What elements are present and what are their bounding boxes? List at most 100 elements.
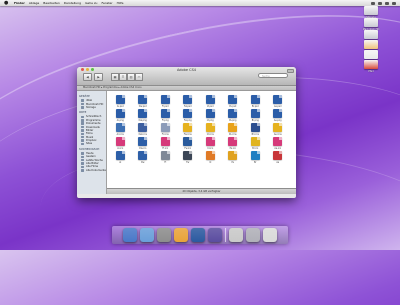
dock-app-icon[interactable]	[229, 228, 243, 242]
file-item[interactable]: Dw.psd	[132, 95, 155, 109]
file-item[interactable]: Ai.png	[109, 109, 132, 123]
folder-icon	[81, 115, 84, 119]
file-item[interactable]: Id	[199, 151, 222, 165]
document-icon	[250, 95, 260, 104]
dock-app-icon[interactable]	[263, 228, 277, 242]
file-item[interactable]: Fl.psd	[154, 95, 177, 109]
menu-item[interactable]: Gehe zu	[85, 1, 97, 6]
file-item[interactable]: Ai.ico	[109, 137, 132, 151]
file-item[interactable]: Ai	[109, 151, 132, 165]
file-item[interactable]: Id.icns	[199, 123, 222, 137]
file-name: Dw.png	[138, 119, 147, 122]
wifi-icon[interactable]	[371, 1, 375, 5]
menu-item[interactable]: Fenster	[101, 1, 112, 6]
file-name: Ae.icns	[273, 133, 282, 136]
file-item[interactable]: Ai.psd	[109, 95, 132, 109]
file-item[interactable]: Fw.png	[177, 109, 200, 123]
document-icon	[205, 137, 215, 146]
file-item[interactable]: Dw.png	[132, 109, 155, 123]
file-item[interactable]: Ae.png	[267, 109, 290, 123]
file-name: Id.icns	[206, 133, 214, 136]
spotlight-icon[interactable]	[392, 1, 396, 5]
desktop-icon[interactable]: Pfad	[356, 60, 386, 73]
file-item[interactable]: Ai.icns	[109, 123, 132, 137]
file-item[interactable]: Fl.icns	[154, 123, 177, 137]
dock-app-icon[interactable]	[246, 228, 260, 242]
file-item[interactable]: Ae.psd	[267, 95, 290, 109]
file-item[interactable]: Br.ico	[244, 137, 267, 151]
menu-item[interactable]: Ablage	[29, 1, 39, 6]
dock-app-icon[interactable]	[208, 228, 222, 242]
volume-icon[interactable]	[378, 1, 382, 5]
menu-item[interactable]: Darstellung	[64, 1, 81, 6]
folder-icon	[81, 106, 84, 109]
file-item[interactable]: Fw.icns	[177, 123, 200, 137]
file-name: Ps.png	[229, 119, 237, 122]
file-item[interactable]: Ps.ico	[222, 137, 245, 151]
drive-icon	[364, 18, 378, 27]
file-item[interactable]: Br.png	[244, 109, 267, 123]
dock-app-icon[interactable]	[191, 228, 205, 242]
apple-menu-icon[interactable]: ●	[4, 0, 10, 6]
file-item[interactable]: Ps.png	[222, 109, 245, 123]
desktop-icon-label: Pfad	[368, 70, 374, 73]
drive-icon	[364, 60, 378, 69]
file-item[interactable]: Br.psd	[244, 95, 267, 109]
toolbar-toggle-button[interactable]	[287, 69, 294, 73]
sidebar-item[interactable]: Sites	[81, 142, 106, 145]
file-item[interactable]: Fw	[177, 151, 200, 165]
back-button[interactable]: ◀	[83, 73, 92, 81]
file-item[interactable]: Ps.icns	[222, 123, 245, 137]
file-item[interactable]: Id.ico	[199, 137, 222, 151]
folder-icon	[81, 122, 84, 125]
file-area[interactable]: Ai.psd Dw.psd Fl.psd Fw.psd Id.psd Ps.psd Br.p…	[107, 91, 296, 194]
file-item[interactable]: Fw.ico	[177, 137, 200, 151]
file-item[interactable]: Id.png	[199, 109, 222, 123]
list-view-button[interactable]: ☰	[119, 73, 127, 81]
file-name: Dw.icns	[138, 133, 147, 136]
file-item[interactable]: Dw	[132, 151, 155, 165]
document-icon	[183, 123, 193, 132]
clock-icon[interactable]	[385, 1, 389, 5]
file-item[interactable]: Ae.ico	[267, 137, 290, 151]
document-icon	[250, 123, 260, 132]
icon-view-button[interactable]: ▦	[111, 73, 119, 81]
file-item[interactable]: Ps.psd	[222, 95, 245, 109]
file-name: Ai.psd	[116, 105, 124, 108]
file-item[interactable]: Br.icns	[244, 123, 267, 137]
sidebar-item[interactable]: Storage	[81, 106, 106, 109]
file-item[interactable]: Fl.png	[154, 109, 177, 123]
file-item[interactable]: Dw.icns	[132, 123, 155, 137]
file-item[interactable]: Fw.psd	[177, 95, 200, 109]
file-item[interactable]: Ps	[222, 151, 245, 165]
dock-app-icon[interactable]	[174, 228, 188, 242]
file-item[interactable]: Id.psd	[199, 95, 222, 109]
file-item[interactable]: Ae.icns	[267, 123, 290, 137]
dock-app-icon[interactable]	[157, 228, 171, 242]
sidebar-item[interactable]: Alle Dokumente	[81, 169, 106, 172]
folder-icon	[81, 142, 84, 146]
column-view-button[interactable]: ▥	[127, 73, 135, 81]
document-icon	[273, 151, 283, 160]
forward-button[interactable]: ▶	[94, 73, 103, 81]
coverflow-view-button[interactable]: ▭	[135, 73, 143, 81]
window-titlebar[interactable]: Adobe CS4 ◀ ▶ ▦ ☰ ▥ ▭ Suche	[77, 67, 296, 86]
file-item[interactable]: Dw.ico	[132, 137, 155, 151]
document-icon	[273, 95, 283, 104]
document-icon	[250, 151, 260, 160]
menu-bar: ● Finder Ablage Bearbeiten Darstellung G…	[0, 0, 400, 6]
document-icon	[115, 109, 125, 118]
file-item[interactable]: Fl.ico	[154, 137, 177, 151]
document-icon	[250, 137, 260, 146]
dock-app-icon[interactable]	[140, 228, 154, 242]
search-input[interactable]: Suche	[258, 73, 288, 78]
file-item[interactable]: Fl	[154, 151, 177, 165]
document-icon	[183, 137, 193, 146]
dock-app-icon[interactable]	[123, 228, 137, 242]
file-item[interactable]: Br	[244, 151, 267, 165]
menu-item[interactable]: Bearbeiten	[43, 1, 59, 6]
document-icon	[115, 137, 125, 146]
file-item[interactable]: Ae	[267, 151, 290, 165]
menu-app-name[interactable]: Finder	[14, 1, 25, 6]
menu-item[interactable]: Hilfe	[117, 1, 124, 6]
